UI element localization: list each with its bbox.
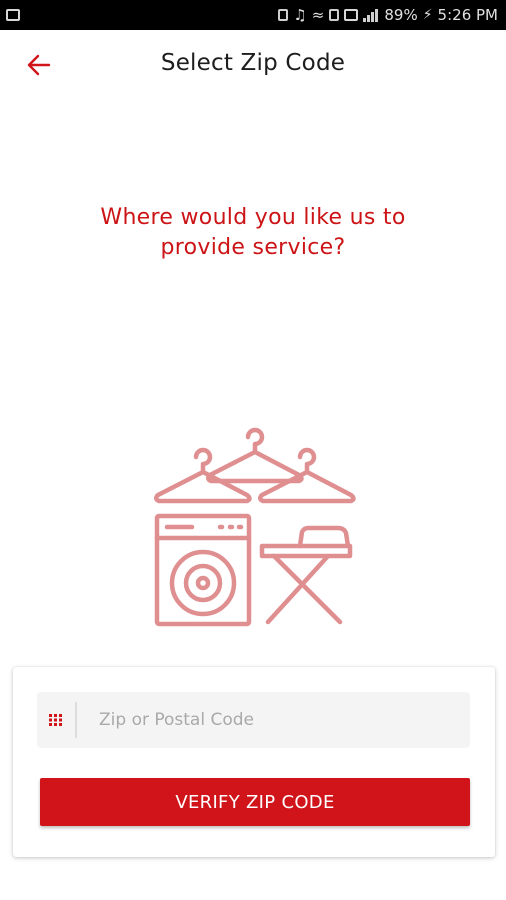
nfc-icon [329,9,340,21]
keypad-icon [49,714,62,726]
cast-icon [344,9,359,21]
signal-icon [363,8,379,22]
zip-field [37,692,470,748]
clock: 5:26 PM [437,6,498,24]
status-left [6,9,20,21]
zip-input[interactable] [77,692,470,748]
battery-percent: 89% [384,6,418,24]
screen: ♫ ≈ 89% ⚡ 5:26 PM Select Zip Code Where … [0,0,506,900]
status-right: ♫ ≈ 89% ⚡ 5:26 PM [278,6,498,24]
service-prompt: Where would you like us to provide servi… [30,203,476,263]
prompt-line-2: provide service? [160,235,346,260]
app-bar: Select Zip Code [0,30,506,100]
gallery-notification-icon [6,9,20,21]
verify-zip-button[interactable]: VERIFY ZIP CODE [40,778,470,826]
hangers-icon [154,427,356,504]
ironing-board-icon [259,525,353,625]
prompt-line-1: Where would you like us to [100,205,406,230]
zip-form-card: VERIFY ZIP CODE [13,667,495,857]
keypad-icon-wrap [37,692,75,748]
mute-icon: ♫ [293,6,307,24]
washing-machine-icon [154,513,252,627]
page-title: Select Zip Code [160,50,346,76]
wifi-icon: ≈ [311,6,325,24]
alarm-icon [278,9,289,21]
status-bar: ♫ ≈ 89% ⚡ 5:26 PM [0,0,506,30]
battery-charging-icon: ⚡ [422,7,433,23]
laundry-illustration [150,425,358,630]
